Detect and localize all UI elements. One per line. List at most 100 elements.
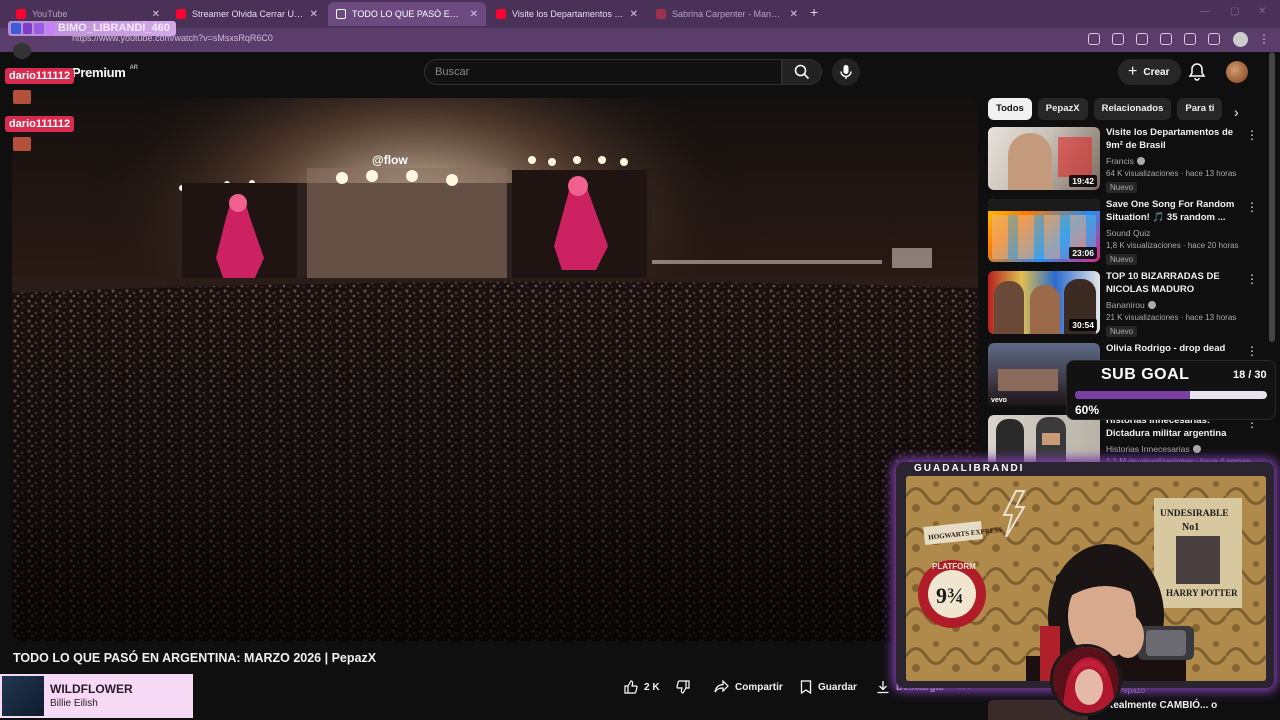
account-avatar[interactable] bbox=[1226, 61, 1248, 83]
tab-title: TODO LO QUE PASÓ EN ARG bbox=[352, 9, 464, 19]
extension-icon[interactable] bbox=[1160, 33, 1172, 45]
star-icon[interactable] bbox=[1112, 33, 1124, 45]
rec-channel: Bananirou bbox=[1106, 300, 1156, 310]
recommendation-item[interactable]: 19:42 Visite los Departamentos de 9m² de… bbox=[988, 127, 1258, 193]
chat-emote bbox=[13, 90, 31, 104]
video-thumbnail: 19:42 bbox=[988, 127, 1100, 190]
now-playing-widget: WILDFLOWER Billie Eilish bbox=[0, 674, 193, 718]
chat-emote bbox=[13, 137, 31, 151]
shield-icon[interactable] bbox=[1208, 33, 1220, 45]
download-icon bbox=[877, 681, 889, 694]
voice-search-button[interactable] bbox=[832, 58, 860, 86]
rec-channel: Historias Innecesarias bbox=[1106, 444, 1201, 454]
search-input[interactable] bbox=[425, 60, 781, 84]
youtube-logo[interactable]: Premium AR bbox=[72, 65, 138, 80]
logo-text: Premium bbox=[72, 65, 126, 80]
share-button[interactable]: Compartir bbox=[714, 676, 783, 698]
thumbs-down-icon bbox=[676, 680, 690, 694]
thumbs-up-icon bbox=[624, 680, 638, 694]
chip-para-ti[interactable]: Para ti bbox=[1177, 98, 1223, 120]
stream-overlay-tag: BIMO_LIBRANDI_460 bbox=[8, 21, 176, 36]
create-button[interactable]: + Crear bbox=[1118, 59, 1182, 85]
platform-number: 9¾ bbox=[936, 583, 964, 608]
microphone-icon bbox=[840, 65, 852, 79]
verified-icon bbox=[1147, 301, 1156, 309]
create-label: Crear bbox=[1143, 66, 1170, 78]
verified-icon bbox=[1192, 445, 1201, 453]
filter-chips: Todos PepazX Relacionados Para ti bbox=[988, 98, 1223, 120]
extension-icon[interactable] bbox=[1088, 33, 1100, 45]
extension-icon[interactable] bbox=[1184, 33, 1196, 45]
browser-menu-icon[interactable]: ⋮ bbox=[1258, 32, 1270, 46]
browser-tab-2[interactable]: Streamer Olvida Cerrar Una Pesta ✕ bbox=[168, 2, 326, 26]
tab-title: YouTube bbox=[32, 9, 68, 19]
new-badge: Nuevo bbox=[1106, 254, 1138, 265]
streamer-name: GUADALIBRANDI bbox=[914, 463, 1025, 474]
browser-tab-3[interactable]: TODO LO QUE PASÓ EN ARG ✕ bbox=[328, 2, 486, 26]
browser-tab-4[interactable]: Visite los Departamentos de 9m² d ✕ bbox=[488, 2, 646, 26]
chip-todos[interactable]: Todos bbox=[988, 98, 1032, 120]
sub-goal-percent: 60% bbox=[1075, 403, 1100, 417]
duration-badge: 30:54 bbox=[1069, 319, 1097, 331]
sub-goal-widget: SUB GOAL 18 / 30 60% bbox=[1066, 360, 1276, 420]
more-vert-icon[interactable]: ⋮ bbox=[1246, 201, 1258, 213]
close-icon[interactable]: ✕ bbox=[310, 9, 318, 20]
more-vert-icon[interactable]: ⋮ bbox=[1246, 273, 1258, 285]
rec-title: Visite los Departamentos de 9m² de Brasi… bbox=[1106, 127, 1234, 151]
chevron-right-icon[interactable]: › bbox=[1234, 104, 1239, 120]
scrollbar[interactable] bbox=[1269, 52, 1275, 342]
new-tab-button[interactable]: + bbox=[810, 4, 818, 20]
like-button[interactable]: 2 K bbox=[624, 676, 660, 698]
video-thumbnail: 23:06 bbox=[988, 199, 1100, 262]
plus-icon: + bbox=[1128, 63, 1138, 80]
channel-name: Bananirou bbox=[1106, 300, 1145, 310]
profile-avatar[interactable] bbox=[1233, 32, 1248, 47]
address-bar: https://www.youtube.com/watch?v=sMsxsRqR… bbox=[0, 28, 1280, 52]
video-player[interactable]: @flow bbox=[12, 98, 978, 641]
track-title: WILDFLOWER bbox=[50, 682, 133, 696]
rec-channel: Sound Quiz bbox=[1106, 228, 1150, 238]
recommendation-item[interactable]: 23:06 Save One Song For Random Situation… bbox=[988, 199, 1258, 265]
more-vert-icon[interactable]: ⋮ bbox=[1246, 345, 1258, 357]
tab-title: Streamer Olvida Cerrar Una Pesta bbox=[192, 9, 304, 19]
bell-icon[interactable] bbox=[1188, 62, 1206, 82]
browser-tab-bar: YouTube ✕ Streamer Olvida Cerrar Una Pes… bbox=[0, 0, 1280, 28]
tab-title: Visite los Departamentos de 9m² d bbox=[512, 9, 624, 19]
close-icon[interactable]: ✕ bbox=[470, 9, 478, 20]
close-window-icon[interactable]: ✕ bbox=[1258, 6, 1266, 17]
save-button[interactable]: Guardar bbox=[800, 676, 857, 698]
rec-channel: Francis bbox=[1106, 156, 1145, 166]
screen: YouTube ✕ Streamer Olvida Cerrar Una Pes… bbox=[0, 0, 1280, 720]
more-vert-icon[interactable]: ⋮ bbox=[1246, 129, 1258, 141]
search-button[interactable] bbox=[782, 59, 822, 85]
chat-username: dario111112 bbox=[5, 68, 75, 84]
chip-pepazx[interactable]: PepazX bbox=[1037, 98, 1088, 120]
recommendation-item[interactable]: 30:54 TOP 10 BIZARRADAS DE NICOLAS MADUR… bbox=[988, 271, 1258, 337]
video-thumbnail: 30:54 bbox=[988, 271, 1100, 334]
extension-icons bbox=[1088, 33, 1220, 45]
album-art bbox=[2, 676, 44, 716]
close-icon[interactable]: ✕ bbox=[790, 9, 798, 20]
close-icon[interactable]: ✕ bbox=[152, 9, 160, 20]
youtube-icon bbox=[496, 9, 506, 19]
dislike-button[interactable] bbox=[676, 676, 696, 698]
like-count: 2 K bbox=[644, 681, 660, 693]
chat-username: dario111112 bbox=[5, 116, 75, 132]
rec-meta: 64 K visualizaciones · hace 13 horas bbox=[1106, 169, 1237, 178]
youtube-header: PremiumAR + Crear bbox=[0, 52, 1280, 94]
platform-label: PLATFORM bbox=[932, 562, 976, 571]
maximize-icon[interactable]: ▢ bbox=[1230, 6, 1239, 17]
close-icon[interactable]: ✕ bbox=[630, 9, 638, 20]
minimize-icon[interactable]: — bbox=[1200, 6, 1210, 17]
social-icons bbox=[11, 23, 55, 34]
video-title: TODO LO QUE PASÓ EN ARGENTINA: MARZO 202… bbox=[13, 651, 377, 665]
channel-name: Historias Innecesarias bbox=[1106, 444, 1190, 454]
extension-icon[interactable] bbox=[1136, 33, 1148, 45]
chip-relacionados[interactable]: Relacionados bbox=[1093, 98, 1172, 120]
browser-tab-5[interactable]: Sabrina Carpenter - Manchild (Offi ✕ bbox=[648, 2, 806, 26]
bookmark-icon bbox=[800, 680, 812, 694]
channel-name: Francis bbox=[1106, 156, 1134, 166]
rec-title: Save One Song For Random Situation! 🎵 35… bbox=[1106, 199, 1235, 223]
duration-badge: 19:42 bbox=[1069, 175, 1097, 187]
youtube-icon bbox=[176, 9, 186, 19]
